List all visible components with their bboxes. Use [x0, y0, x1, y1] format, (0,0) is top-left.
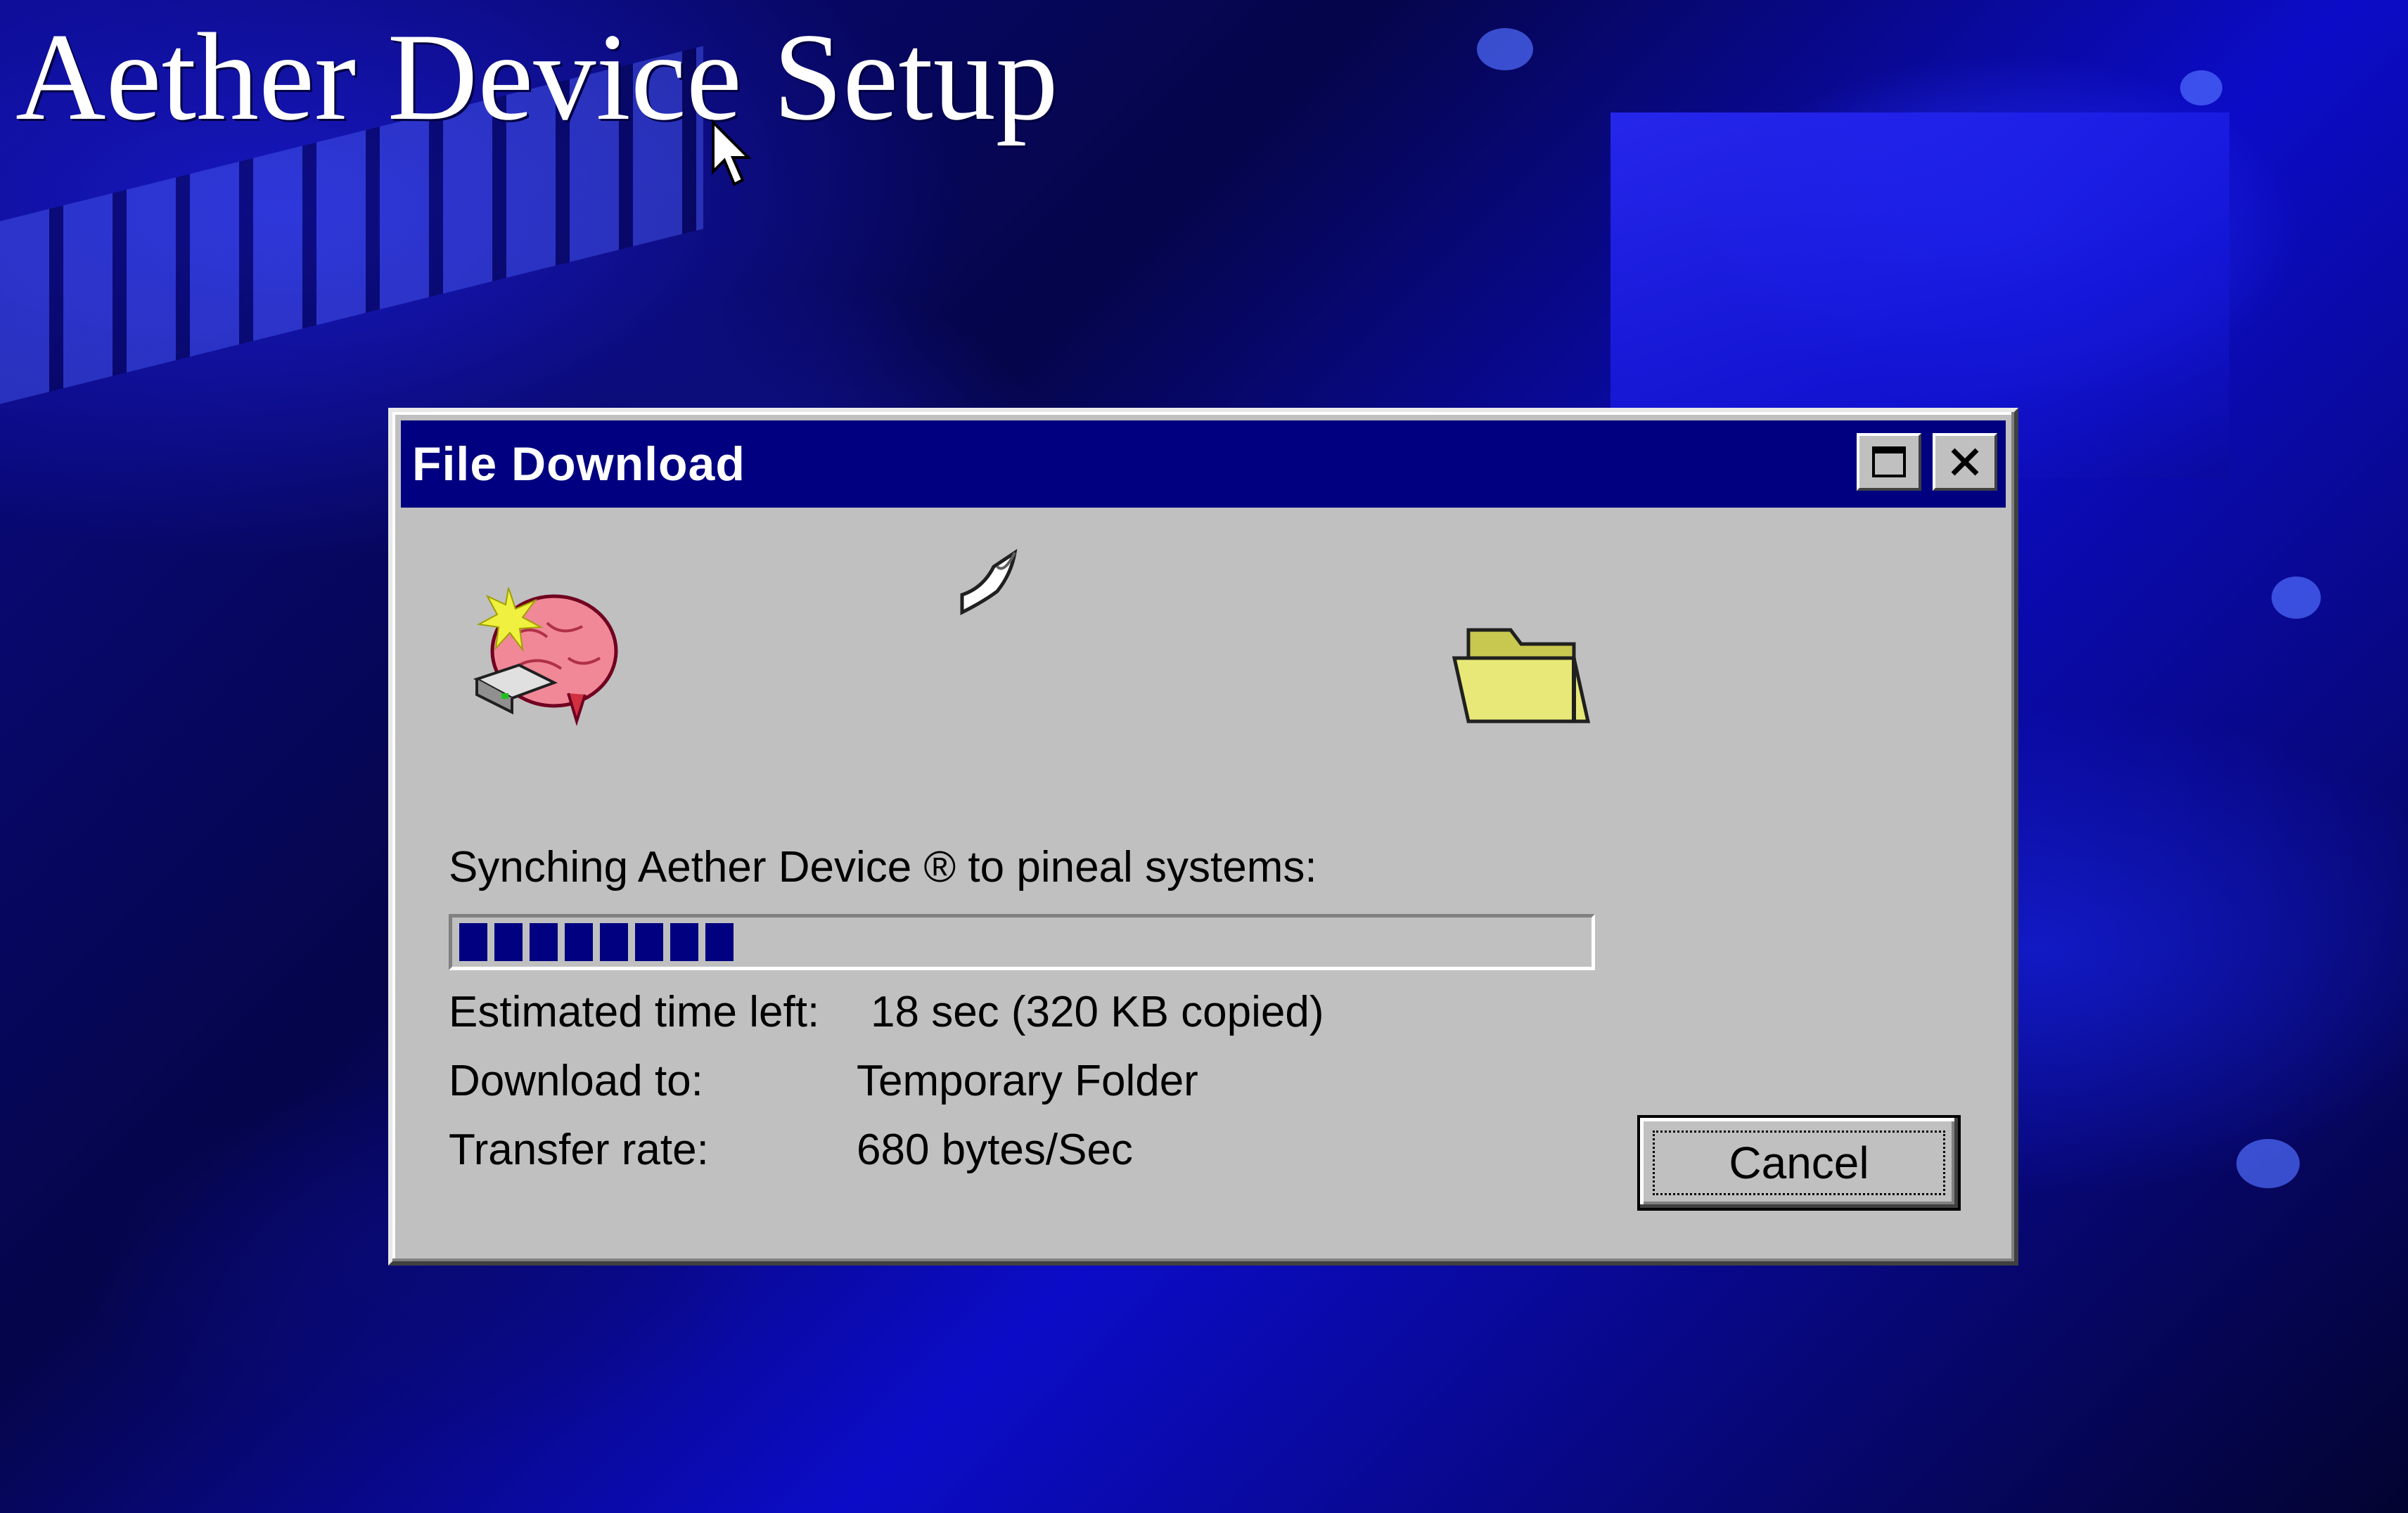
maximize-icon — [1872, 446, 1906, 477]
background-light — [1477, 28, 1533, 70]
progress-block — [530, 923, 558, 961]
background-light — [2272, 577, 2321, 619]
progress-block — [565, 923, 593, 961]
progress-block — [670, 923, 698, 961]
close-icon — [1951, 448, 1979, 476]
folder-icon — [1452, 628, 1591, 723]
time-left-value: 18 sec (320 KB copied) — [871, 988, 1324, 1036]
download-to-value: Temporary Folder — [857, 1057, 1198, 1105]
dialog-title: File Download — [412, 437, 745, 491]
progress-block — [459, 923, 487, 961]
file-download-dialog: File Download Synching Aether Device ® t… — [388, 408, 2018, 1266]
transfer-rate-label: Transfer rate: — [449, 1126, 709, 1174]
cancel-button[interactable]: Cancel — [1637, 1115, 1961, 1211]
cancel-button-label: Cancel — [1729, 1138, 1869, 1188]
progress-bar — [449, 914, 1595, 970]
progress-block — [635, 923, 663, 961]
page-title: Aether Device Setup — [15, 7, 1058, 146]
download-to-label: Download to: — [449, 1057, 703, 1105]
transfer-rate-value: 680 bytes/Sec — [857, 1126, 1133, 1174]
background-light — [2180, 70, 2222, 105]
progress-block — [705, 923, 734, 961]
dialog-titlebar[interactable]: File Download — [401, 420, 2006, 508]
status-label: Synching Aether Device ® to pineal syste… — [449, 843, 1317, 891]
progress-fill — [459, 923, 763, 961]
background-light — [2236, 1139, 2300, 1188]
time-left-label: Estimated time left: — [449, 988, 820, 1036]
brain-icon — [473, 587, 618, 726]
mouse-cursor-icon — [712, 120, 752, 186]
close-button[interactable] — [1933, 433, 1997, 491]
progress-block — [600, 923, 628, 961]
paper-icon — [960, 548, 1018, 616]
maximize-button[interactable] — [1857, 433, 1921, 491]
progress-block — [494, 923, 523, 961]
